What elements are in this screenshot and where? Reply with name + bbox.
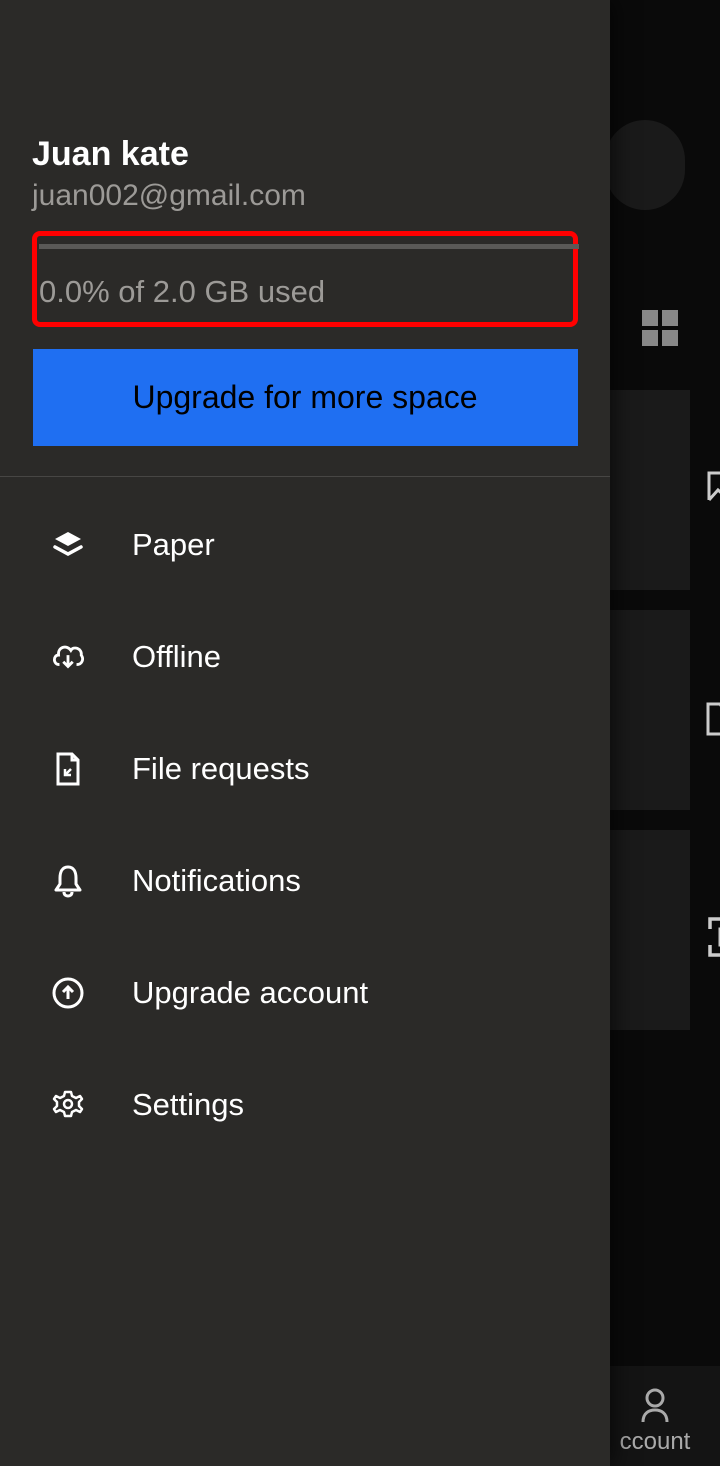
menu-label: Settings: [132, 1087, 244, 1123]
storage-usage: 0.0% of 2.0 GB used: [32, 231, 578, 327]
image-upload-icon: [706, 470, 720, 508]
grid-view-icon: [642, 310, 678, 346]
sidebar-menu: Paper Offline File requests Notification…: [0, 477, 610, 1161]
bg-pill-button: [605, 120, 685, 210]
account-tab: ccount: [600, 1388, 710, 1456]
account-icon: [639, 1388, 671, 1424]
menu-item-paper[interactable]: Paper: [0, 489, 610, 601]
menu-label: Upgrade account: [132, 975, 368, 1011]
menu-label: Notifications: [132, 863, 301, 899]
user-section: Juan kate juan002@gmail.com 0.0% of 2.0 …: [0, 0, 610, 477]
bg-card: [605, 390, 690, 590]
menu-label: Offline: [132, 639, 221, 675]
storage-text: 0.0% of 2.0 GB used: [39, 274, 571, 310]
folder-plus-icon: [706, 700, 720, 738]
arrow-up-circle-icon: [50, 975, 86, 1011]
scan-icon: [706, 915, 720, 959]
user-email: juan002@gmail.com: [32, 179, 578, 213]
menu-label: File requests: [132, 751, 309, 787]
gear-icon: [50, 1087, 86, 1123]
bell-icon: [50, 863, 86, 899]
account-tab-label: ccount: [620, 1428, 691, 1455]
menu-item-notifications[interactable]: Notifications: [0, 825, 610, 937]
upgrade-button[interactable]: Upgrade for more space: [33, 349, 578, 446]
menu-item-settings[interactable]: Settings: [0, 1049, 610, 1161]
storage-progress-bar: [39, 244, 579, 249]
file-request-icon: [50, 751, 86, 787]
bg-card: [605, 610, 690, 810]
menu-label: Paper: [132, 527, 215, 563]
menu-item-upgrade-account[interactable]: Upgrade account: [0, 937, 610, 1049]
user-name: Juan kate: [32, 135, 578, 174]
layers-icon: [50, 527, 86, 563]
cloud-download-icon: [50, 639, 86, 675]
bg-card: [605, 830, 690, 1030]
menu-item-file-requests[interactable]: File requests: [0, 713, 610, 825]
sidebar-drawer: Juan kate juan002@gmail.com 0.0% of 2.0 …: [0, 0, 610, 1466]
menu-item-offline[interactable]: Offline: [0, 601, 610, 713]
